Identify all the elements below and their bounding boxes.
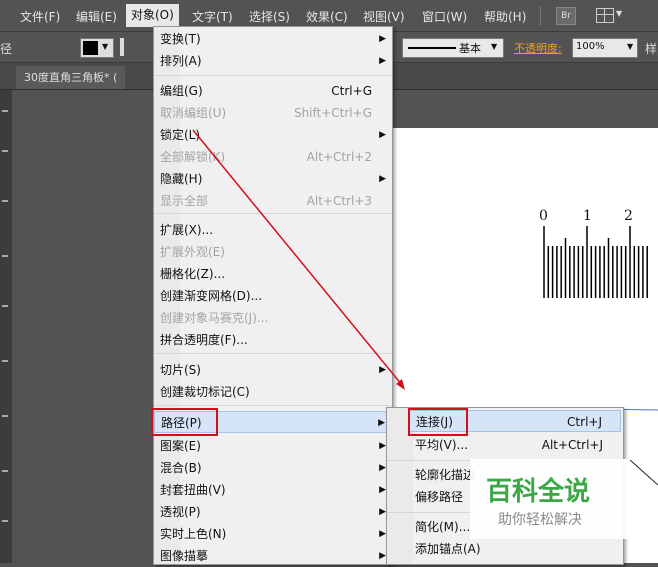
watermark: 百科全说 助你轻松解决 (470, 459, 630, 539)
watermark-subtitle: 助你轻松解决 (498, 512, 582, 528)
watermark-title: 百科全说 (486, 477, 591, 507)
